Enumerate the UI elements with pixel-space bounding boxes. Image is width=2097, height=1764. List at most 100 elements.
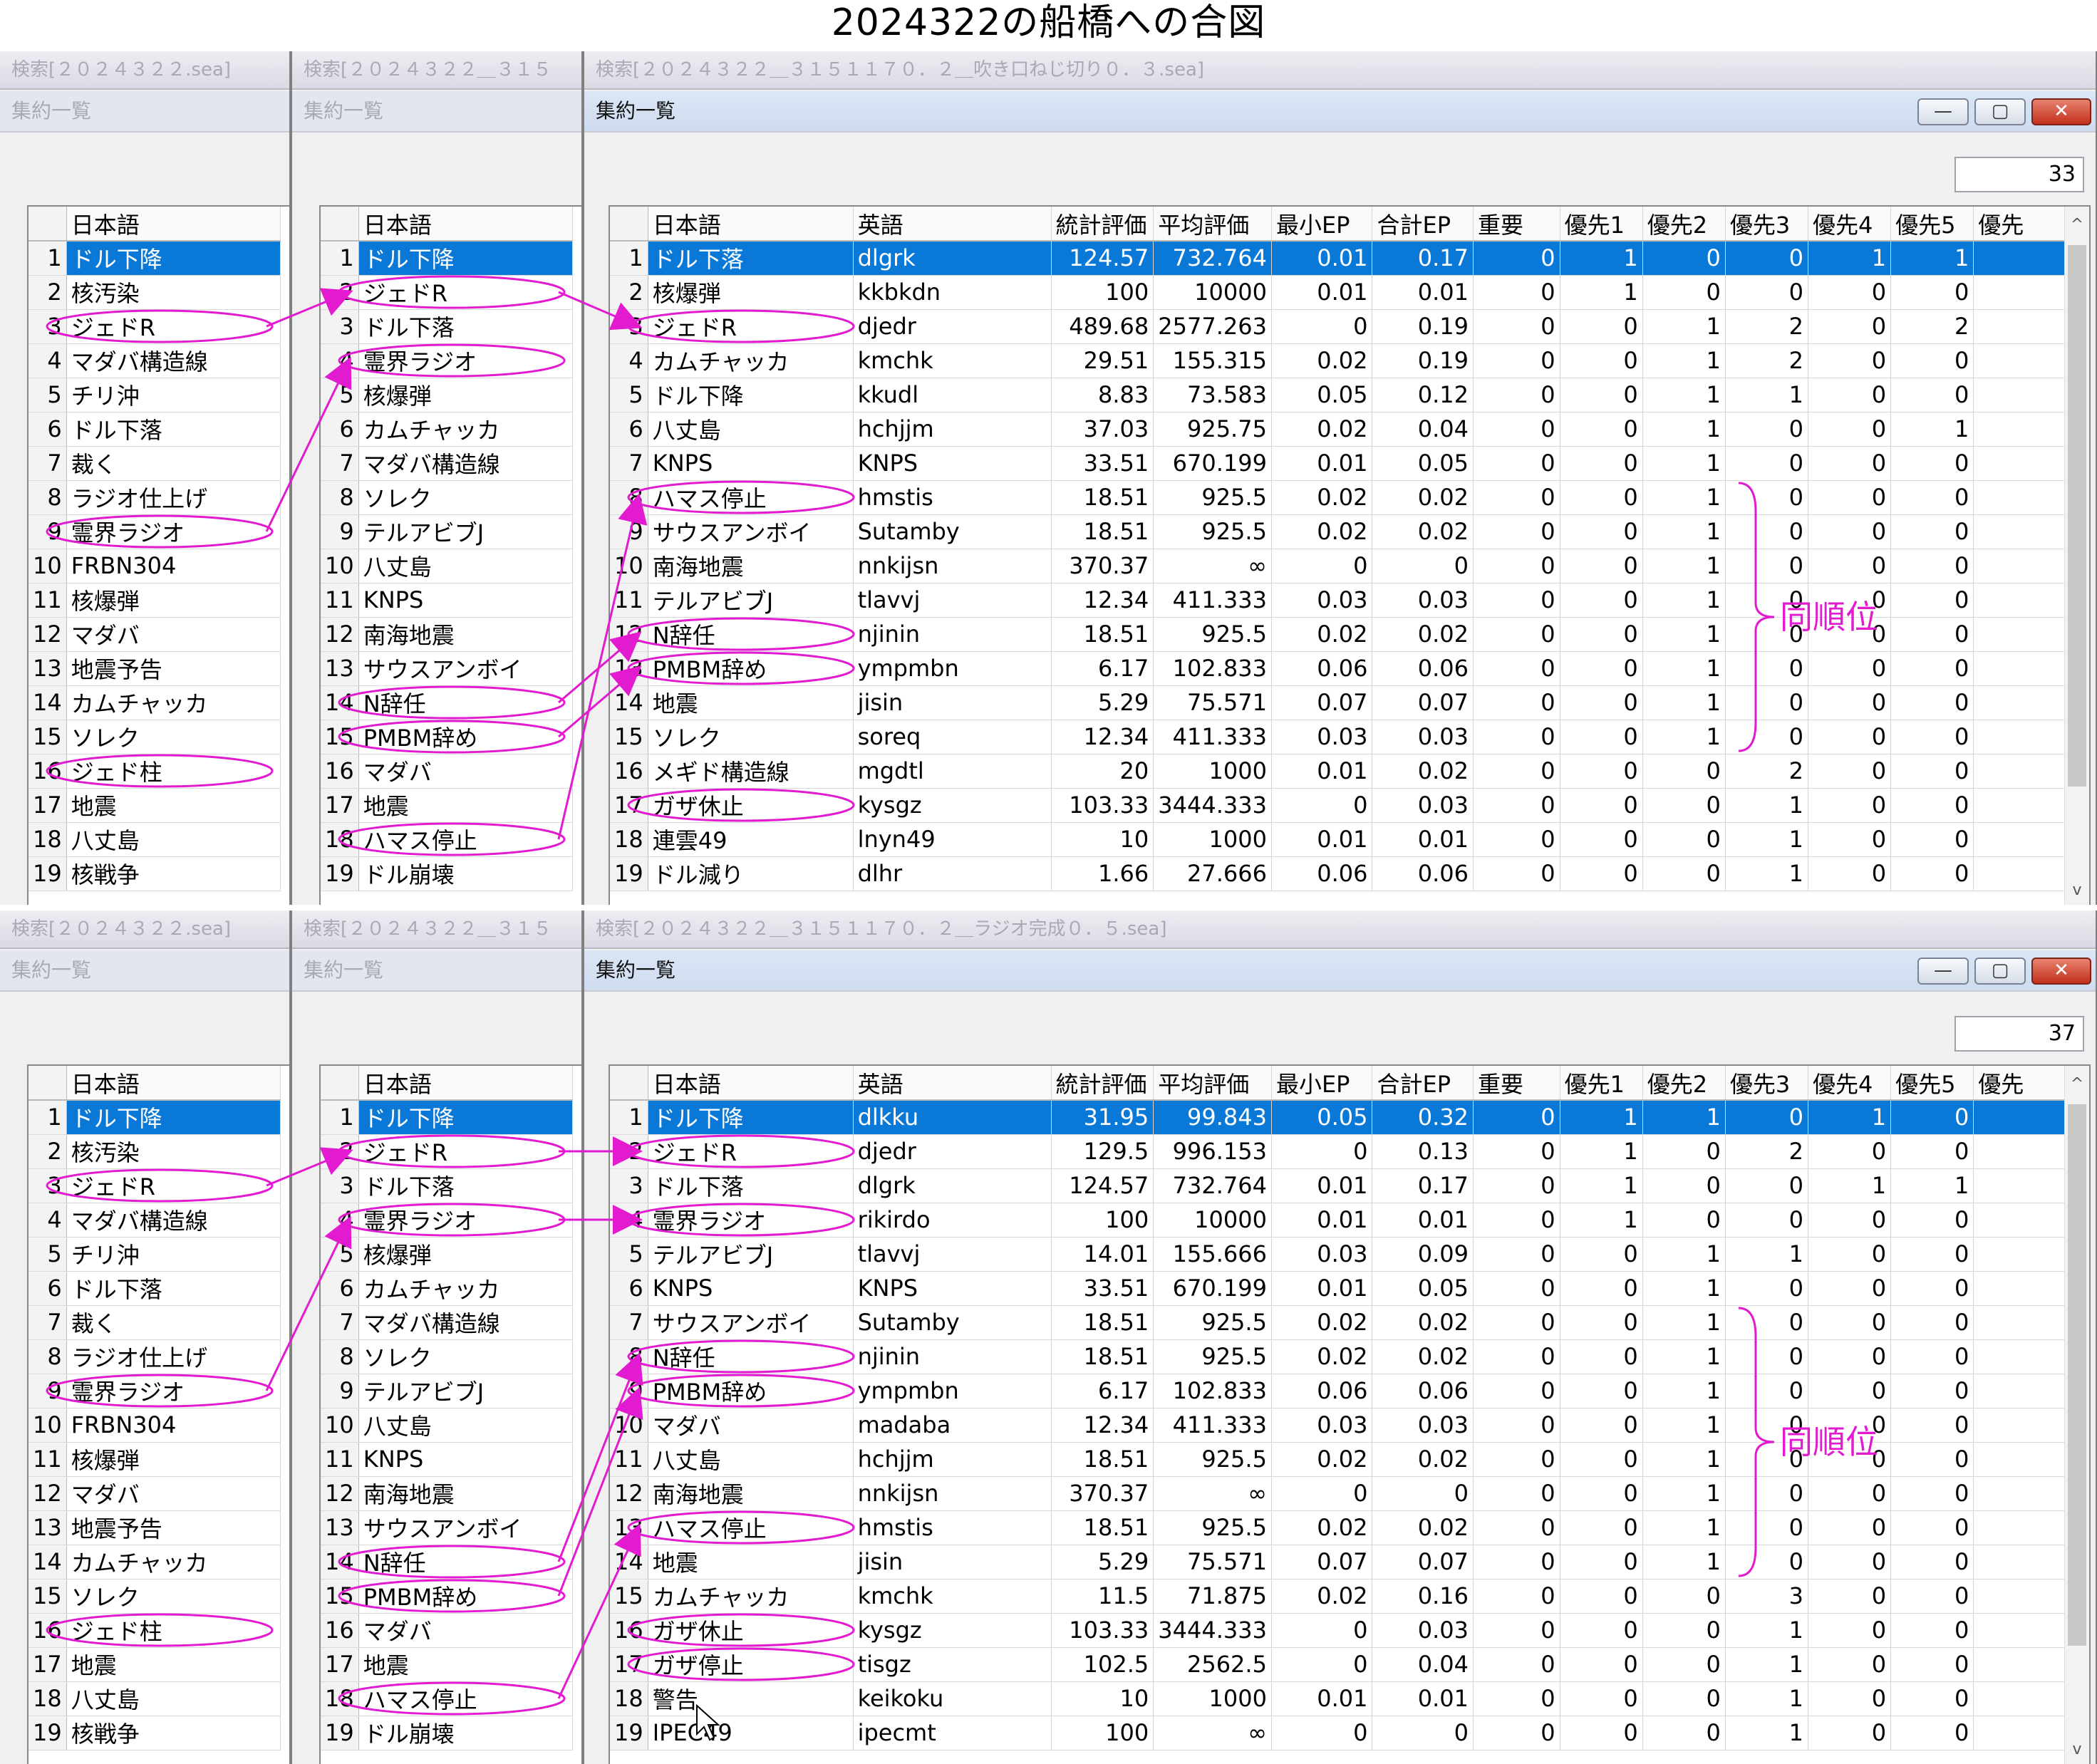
english-cell[interactable]: tisgz (853, 1647, 1052, 1682)
value-cell[interactable]: 0 (1890, 788, 1974, 823)
list-row[interactable]: 4 霊界ラジオ (321, 343, 573, 378)
japanese-word-cell[interactable]: ジェドR (358, 1134, 573, 1169)
japanese-cell[interactable]: ジェドR (648, 1134, 854, 1169)
list-row[interactable]: 3 ドル下落 (321, 309, 573, 344)
table-row[interactable]: 8 N辞任 njinin 18.51 925.5 0.02 0.02 0 0 1 0 0 0 (610, 1339, 2089, 1374)
value-cell[interactable]: 0 (1271, 1647, 1373, 1682)
value-cell[interactable]: 0.02 (1271, 1305, 1373, 1340)
value-cell[interactable]: 1 (1725, 378, 1809, 413)
value-cell[interactable]: 0 (1560, 1613, 1643, 1648)
list-row[interactable]: 9 霊界ラジオ (29, 1374, 281, 1408)
value-cell[interactable]: 0.01 (1372, 1681, 1474, 1716)
value-cell[interactable]: 0 (1560, 1374, 1643, 1408)
list-row[interactable]: 17 地震 (29, 1647, 281, 1682)
value-cell[interactable]: 1 (1642, 1442, 1726, 1477)
value-cell[interactable]: 0.03 (1271, 583, 1373, 618)
value-cell[interactable]: 0.02 (1271, 617, 1373, 652)
value-cell[interactable]: 0 (1560, 1510, 1643, 1545)
value-cell[interactable]: 0 (1890, 617, 1974, 652)
value-cell[interactable]: 0 (1473, 1237, 1560, 1272)
value-cell[interactable]: 1 (1808, 241, 1892, 276)
summary-list-menu[interactable]: 集約一覧 (584, 91, 2096, 133)
value-cell[interactable]: 1 (1725, 856, 1809, 891)
english-cell[interactable]: KNPS (853, 1271, 1052, 1306)
value-cell[interactable]: 411.333 (1153, 583, 1272, 618)
list-row[interactable]: 17 地震 (321, 788, 573, 823)
japanese-word-cell[interactable]: ジェド柱 (66, 754, 281, 789)
value-cell[interactable]: 0 (1560, 1476, 1643, 1511)
value-cell[interactable]: 5.29 (1051, 1545, 1154, 1579)
list-row[interactable]: 2 核汚染 (29, 1134, 281, 1169)
summary-list-menu[interactable]: 集約一覧 (292, 950, 581, 992)
value-cell[interactable]: 2 (1725, 1134, 1809, 1169)
value-cell[interactable]: 1 (1560, 275, 1643, 310)
japanese-cell[interactable]: KNPS (648, 1271, 854, 1306)
japanese-word-cell[interactable]: ラジオ仕上げ (66, 480, 281, 515)
value-cell[interactable]: 0 (1473, 309, 1560, 344)
value-cell[interactable]: 0 (1890, 1203, 1974, 1238)
value-cell[interactable]: 0.02 (1271, 343, 1373, 378)
japanese-cell[interactable]: テルアビブJ (648, 1237, 854, 1272)
value-cell[interactable]: 0 (1560, 549, 1643, 583)
japanese-word-cell[interactable]: テルアビブJ (358, 514, 573, 549)
column-header[interactable]: 平均評価 (1153, 207, 1272, 242)
value-cell[interactable]: 0.03 (1271, 1237, 1373, 1272)
value-cell[interactable]: 925.5 (1153, 1510, 1272, 1545)
value-cell[interactable]: 0 (1890, 343, 1974, 378)
value-cell[interactable]: 12.34 (1051, 1408, 1154, 1443)
value-cell[interactable]: 0 (1560, 1442, 1643, 1477)
japanese-cell[interactable]: サウスアンボイ (648, 514, 854, 549)
list-row[interactable]: 15 PMBM辞め (321, 1579, 573, 1614)
value-cell[interactable]: 0 (1890, 754, 1974, 789)
japanese-word-cell[interactable]: ジェド柱 (66, 1613, 281, 1648)
list-row[interactable]: 11 核爆弾 (29, 583, 281, 618)
japanese-word-cell[interactable]: テルアビブJ (358, 1374, 573, 1408)
value-cell[interactable]: 0.07 (1372, 1545, 1474, 1579)
value-cell[interactable]: 0.06 (1271, 1374, 1373, 1408)
value-cell[interactable]: 0.06 (1372, 1374, 1474, 1408)
value-cell[interactable]: 0.01 (1372, 822, 1474, 857)
list-row[interactable]: 2 ジェドR (321, 1134, 573, 1169)
value-cell[interactable]: 0 (1890, 583, 1974, 618)
column-header[interactable]: 優先3 (1725, 207, 1809, 242)
japanese-cell[interactable]: ガザ休止 (648, 788, 854, 823)
value-cell[interactable]: 103.33 (1051, 1613, 1154, 1648)
list-row[interactable]: 15 ソレク (29, 1579, 281, 1614)
value-cell[interactable]: 1 (1890, 1168, 1974, 1203)
value-cell[interactable]: 0 (1808, 856, 1892, 891)
value-cell[interactable]: 0 (1808, 412, 1892, 447)
summary-list-menu[interactable]: 集約一覧 (0, 91, 289, 133)
japanese-word-cell[interactable]: マダバ (358, 754, 573, 789)
japanese-cell[interactable]: ガザ休止 (648, 1613, 854, 1648)
value-cell[interactable]: 0 (1473, 480, 1560, 515)
value-cell[interactable]: 0 (1890, 1237, 1974, 1272)
japanese-word-cell[interactable]: ドル崩壊 (358, 856, 573, 891)
value-cell[interactable]: 1 (1642, 1545, 1726, 1579)
table-row[interactable]: 3 ジェドR djedr 489.68 2577.263 0 0.19 0 0 1 2 0 2 (610, 309, 2089, 344)
list-row[interactable]: 7 マダバ構造線 (321, 446, 573, 481)
value-cell[interactable]: 0 (1890, 1613, 1974, 1648)
value-cell[interactable]: 0.01 (1271, 1681, 1373, 1716)
japanese-word-cell[interactable]: ジェドR (358, 275, 573, 310)
value-cell[interactable]: 732.764 (1153, 1168, 1272, 1203)
value-cell[interactable]: 0 (1808, 1716, 1892, 1750)
japanese-word-cell[interactable]: マダバ構造線 (358, 1305, 573, 1340)
japanese-word-cell[interactable]: カムチャッカ (66, 1545, 281, 1579)
list-row[interactable]: 2 核汚染 (29, 275, 281, 310)
column-header[interactable]: 統計評価 (1051, 1066, 1154, 1101)
value-cell[interactable]: 0 (1725, 549, 1809, 583)
value-cell[interactable]: 102.833 (1153, 651, 1272, 686)
value-cell[interactable]: 411.333 (1153, 1408, 1272, 1443)
column-header[interactable]: 優先1 (1560, 207, 1643, 242)
maximize-icon[interactable]: ▢ (1974, 958, 2026, 985)
list-row[interactable]: 4 霊界ラジオ (321, 1203, 573, 1238)
value-cell[interactable]: 0 (1560, 1237, 1643, 1272)
value-cell[interactable]: 0 (1473, 1510, 1560, 1545)
japanese-cell[interactable]: マダバ (648, 1408, 854, 1443)
scrollbar-thumb[interactable] (2068, 1104, 2086, 1646)
value-cell[interactable]: 0 (1725, 1408, 1809, 1443)
value-cell[interactable]: 18.51 (1051, 1305, 1154, 1340)
value-cell[interactable]: 2577.263 (1153, 309, 1272, 344)
japanese-word-cell[interactable]: カムチャッカ (358, 412, 573, 447)
value-cell[interactable]: 0 (1642, 275, 1726, 310)
